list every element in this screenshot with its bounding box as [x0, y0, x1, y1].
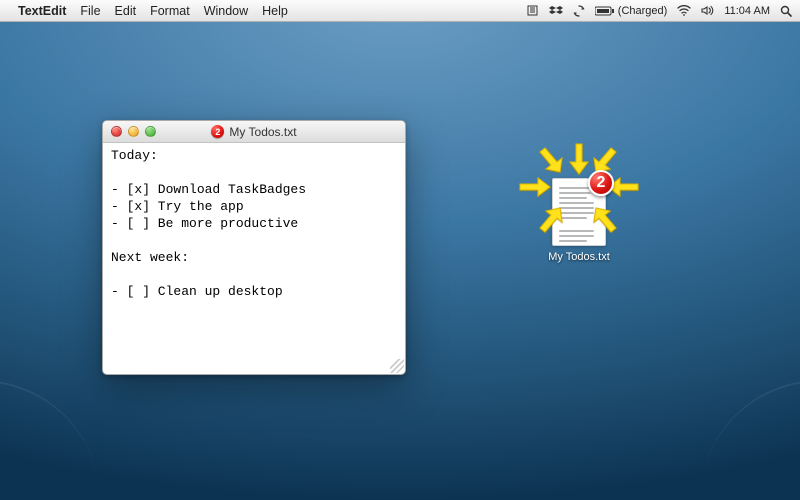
menu-extra-icon[interactable]	[526, 5, 539, 16]
textedit-window: 2 My Todos.txt Today: - [x] Download Tas…	[102, 120, 406, 375]
menu-format[interactable]: Format	[150, 4, 190, 18]
editor-line: - [ ] Be more productive	[111, 216, 298, 231]
dropbox-icon[interactable]	[549, 5, 563, 16]
file-icon: 2	[552, 178, 606, 246]
wallpaper-decoration	[0, 380, 100, 500]
editor-line: Next week:	[111, 250, 189, 265]
app-menu[interactable]: TextEdit	[18, 4, 66, 18]
editor-line: Today:	[111, 148, 158, 163]
battery-status[interactable]: (Charged)	[595, 5, 668, 17]
minimize-button[interactable]	[128, 126, 139, 137]
window-title: My Todos.txt	[229, 125, 296, 139]
zoom-button[interactable]	[145, 126, 156, 137]
menu-window[interactable]: Window	[204, 4, 248, 18]
spotlight-icon[interactable]	[780, 5, 792, 17]
close-button[interactable]	[111, 126, 122, 137]
sync-icon[interactable]	[573, 5, 585, 17]
title-badge: 2	[211, 125, 224, 138]
file-badge: 2	[588, 170, 614, 196]
editor-line: - [x] Download TaskBadges	[111, 182, 306, 197]
wallpaper-decoration	[700, 380, 800, 500]
wifi-icon[interactable]	[677, 5, 691, 16]
window-titlebar[interactable]: 2 My Todos.txt	[103, 121, 405, 143]
battery-label: (Charged)	[618, 5, 668, 17]
menubar: TextEdit File Edit Format Window Help (C…	[0, 0, 800, 22]
menu-edit[interactable]: Edit	[115, 4, 137, 18]
editor-line: - [ ] Clean up desktop	[111, 284, 283, 299]
text-editor[interactable]: Today: - [x] Download TaskBadges - [x] T…	[103, 143, 405, 374]
volume-icon[interactable]	[701, 5, 714, 16]
menu-file[interactable]: File	[80, 4, 100, 18]
menu-help[interactable]: Help	[262, 4, 288, 18]
desktop-file-icon[interactable]: 2 My Todos.txt	[534, 178, 624, 263]
file-label: My Todos.txt	[534, 251, 624, 263]
editor-line: - [x] Try the app	[111, 199, 244, 214]
resize-handle[interactable]	[390, 359, 404, 373]
clock[interactable]: 11:04 AM	[724, 5, 770, 17]
